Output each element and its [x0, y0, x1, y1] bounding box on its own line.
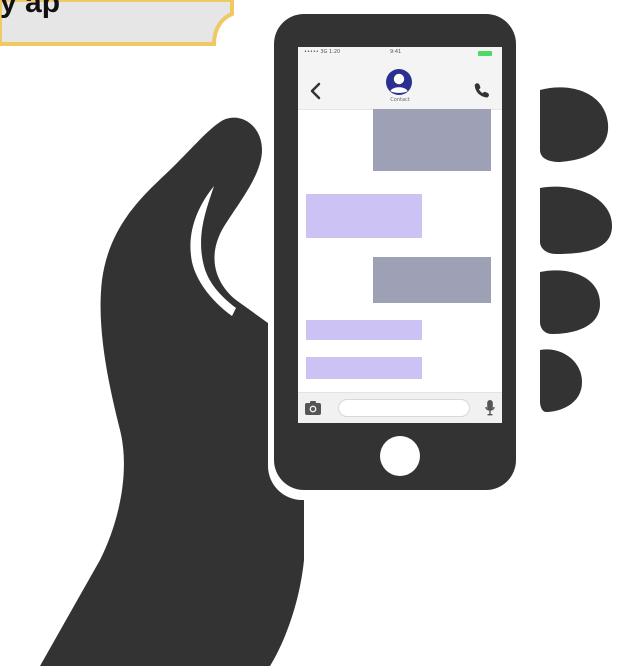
incoming-message-bubble[interactable]: [306, 320, 422, 340]
outgoing-message-bubble[interactable]: [373, 257, 491, 303]
home-button[interactable]: [380, 436, 420, 476]
camera-icon[interactable]: [304, 400, 322, 416]
status-bar: ••••• 3G 1:20 9:41: [298, 47, 502, 61]
outgoing-message-bubble[interactable]: [373, 109, 491, 171]
status-left: ••••• 3G 1:20: [304, 49, 341, 55]
status-time: 9:41: [390, 49, 402, 55]
avatar[interactable]: [386, 69, 412, 95]
phone-screen: ••••• 3G 1:20 9:41 Contact: [298, 47, 502, 423]
incoming-message-bubble[interactable]: [306, 357, 422, 379]
microphone-icon[interactable]: [484, 399, 496, 417]
chat-header: Contact: [298, 61, 502, 110]
message-input[interactable]: [338, 399, 470, 417]
message-input-bar: [298, 392, 502, 423]
speech-text: y ap: [0, 0, 61, 19]
battery-icon: [478, 51, 492, 56]
phone-icon[interactable]: [472, 81, 490, 99]
incoming-message-bubble[interactable]: [306, 194, 422, 238]
illustration-scene: y ap ••••• 3G 1:20 9:41 Contact: [0, 0, 617, 666]
speech-fragment: y ap: [0, 0, 232, 46]
